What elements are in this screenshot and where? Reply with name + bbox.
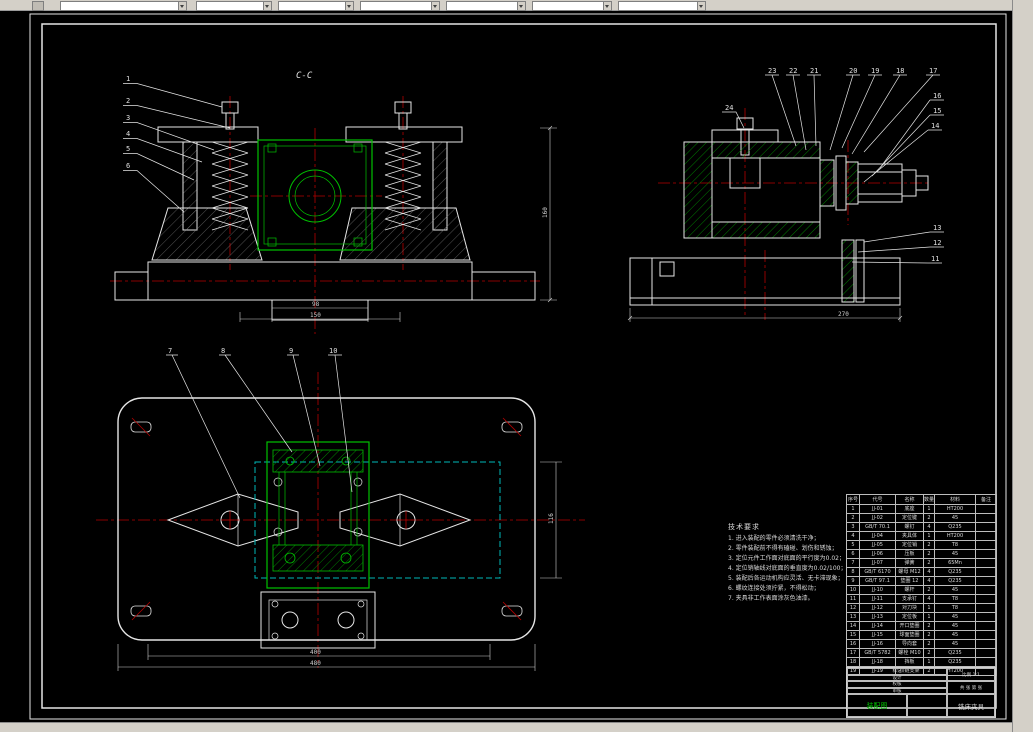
parts-table-row: 5 JJ-05 定位销 2 T8 — [846, 540, 997, 550]
part-label: 7 — [168, 347, 172, 355]
part-leaders-plan — [166, 354, 353, 499]
part-label: 22 — [789, 67, 797, 75]
scale-cell: 比例 1:1 — [947, 668, 995, 681]
bottom-bar — [0, 722, 1012, 732]
part-label: 10 — [329, 347, 337, 355]
parts-table-row: 6 JJ-06 压板 2 45 — [846, 549, 997, 559]
note-line: 5. 装配后各运动机构应灵活、无卡滞现象； — [728, 575, 844, 582]
notes-lines: 1. 进入装配的零件必须清洗干净； 2. 零件装配前不得有磕碰、划伤和锈蚀； 3. … — [728, 534, 848, 604]
toolbar-dropdown[interactable] — [618, 1, 706, 11]
technical-notes: 技术要求 1. 进入装配的零件必须清洗干净； 2. 零件装配前不得有磕碰、划伤和锈… — [728, 522, 848, 604]
parts-table-row: 1 JJ-01 底座 1 HT200 — [846, 504, 997, 514]
part-label: 18 — [896, 67, 904, 75]
geometry-cc — [114, 101, 536, 321]
parts-table-row: 10 JJ-10 螺杆 2 45 — [846, 585, 997, 595]
chevron-down-icon — [263, 2, 271, 10]
chevron-down-icon — [697, 2, 705, 10]
view-side-section: 23 22 21 20 19 18 17 16 15 14 13 12 11 2… — [627, 67, 944, 322]
dimension-text: 150 — [310, 312, 321, 319]
part-label: 8 — [221, 347, 225, 355]
note-line: 6. 螺纹连接处须拧紧，不得松动； — [728, 585, 820, 592]
chevron-down-icon — [603, 2, 611, 10]
chevron-down-icon — [431, 2, 439, 10]
parts-table-row: 2 JJ-02 定位键 2 45 — [846, 513, 997, 523]
part-label: 3 — [126, 114, 130, 122]
part-label: 19 — [871, 67, 879, 75]
approval-cell — [907, 694, 947, 717]
chevron-down-icon — [517, 2, 525, 10]
part-label: 16 — [933, 92, 941, 100]
parts-table-header: 序号 代号 名称 数量 材料 备注 — [846, 494, 997, 505]
dimension-text: 116 — [548, 513, 555, 524]
part-label: 14 — [931, 122, 939, 130]
right-panel-strip — [1012, 0, 1033, 732]
parts-table-row: 7 JJ-07 弹簧 2 65Mn — [846, 558, 997, 568]
part-label: 24 — [725, 104, 733, 112]
toolbar-dropdown[interactable] — [532, 1, 612, 11]
section-label: C-C — [296, 71, 313, 81]
toolbar — [0, 0, 1012, 11]
parts-table-row: 18 JJ-18 挡板 1 Q235 — [846, 657, 997, 667]
part-label: 11 — [931, 255, 939, 263]
parts-table-row: 14 JJ-14 开口垫圈 2 45 — [846, 621, 997, 631]
note-line: 2. 零件装配前不得有磕碰、划伤和锈蚀； — [728, 545, 838, 552]
parts-table-row: 16 JJ-16 导向套 2 45 — [846, 639, 997, 649]
part-label: 2 — [126, 97, 130, 105]
part-leaders-cc — [123, 83, 231, 213]
parts-table-row: 13 JJ-13 定位板 1 45 — [846, 612, 997, 622]
view-plan: 7 8 9 10 400 480 116 — [96, 347, 585, 671]
chevron-down-icon — [178, 2, 186, 10]
red-ticks-plan — [131, 417, 522, 621]
drawing-name-cell: 铣床夹具 — [947, 694, 995, 717]
toolbar-button[interactable] — [32, 1, 44, 11]
view-section-cc: C-C 1 2 3 4 5 6 160 98 150 — [110, 71, 557, 334]
note-line: 3. 定位元件工作面对底面的平行度为0.02； — [728, 555, 845, 562]
note-line: 1. 进入装配的零件必须清洗干净； — [728, 535, 820, 542]
note-line: 7. 夹具非工作表面涂灰色油漆。 — [728, 595, 814, 602]
chevron-down-icon — [345, 2, 353, 10]
toolbar-dropdown[interactable] — [278, 1, 354, 11]
sheets-cell: 共 张 第 张 — [947, 681, 995, 694]
parts-table-row: 8 GB/T 6170 螺母 M12 4 Q235 — [846, 567, 997, 577]
doc-type-cell: 装配图 — [847, 694, 907, 717]
part-label: 15 — [933, 107, 941, 115]
parts-table-row: 4 JJ-04 夹具体 1 HT200 — [846, 531, 997, 541]
drawing-canvas[interactable]: C-C 1 2 3 4 5 6 160 98 150 23 22 21 20 1… — [0, 10, 1012, 722]
parts-table-row: 3 GB/T 70.1 螺钉 4 Q235 — [846, 522, 997, 532]
part-label: 9 — [289, 347, 293, 355]
notes-title: 技术要求 — [728, 523, 760, 531]
part-label: 23 — [768, 67, 776, 75]
title-block: 标记 设计 校核 审核 比例 1:1 共 张 第 张 装配图 铣床夹具 — [846, 667, 996, 718]
toolbar-dropdown[interactable] — [360, 1, 440, 11]
parts-table-row: 11 JJ-11 支承钉 4 T8 — [846, 594, 997, 604]
part-label: 4 — [126, 130, 130, 138]
part-label: 17 — [929, 67, 937, 75]
dimension-text: 400 — [310, 649, 321, 656]
dimension-text: 98 — [312, 301, 320, 308]
parts-table-body: 1 JJ-01 底座 1 HT200 2 JJ-02 定位键 2 45 3 GB/T 70.1 螺钉 4 Q… — [846, 504, 997, 676]
parts-table-row: 9 GB/T 97.1 垫圈 12 4 Q235 — [846, 576, 997, 586]
parts-table-row: 15 JJ-15 球面垫圈 2 45 — [846, 630, 997, 640]
parts-table-row: 17 GB/T 5782 螺栓 M10 2 Q235 — [846, 648, 997, 658]
geometry-plan — [117, 397, 536, 649]
part-label: 1 — [126, 75, 130, 83]
cad-window: C-C 1 2 3 4 5 6 160 98 150 23 22 21 20 1… — [0, 0, 1033, 732]
toolbar-dropdown[interactable] — [196, 1, 272, 11]
part-label: 12 — [933, 239, 941, 247]
part-label: 21 — [810, 67, 818, 75]
note-line: 4. 定位销轴线对底面的垂直度为0.02/100； — [728, 565, 847, 572]
parts-table: 序号 代号 名称 数量 材料 备注 1 JJ-01 底座 1 HT200 2 JJ-02 定位… — [846, 494, 997, 676]
part-label: 6 — [126, 162, 130, 170]
dimension-text: 480 — [310, 660, 321, 667]
part-label: 20 — [849, 67, 857, 75]
dimension-text: 160 — [542, 207, 549, 218]
geometry-side — [629, 117, 929, 306]
toolbar-dropdown[interactable] — [60, 1, 187, 11]
toolbar-dropdown[interactable] — [446, 1, 526, 11]
part-label: 5 — [126, 145, 130, 153]
part-label: 13 — [933, 224, 941, 232]
parts-table-row: 12 JJ-12 对刀块 1 T8 — [846, 603, 997, 613]
dimension-text: 270 — [838, 311, 849, 318]
